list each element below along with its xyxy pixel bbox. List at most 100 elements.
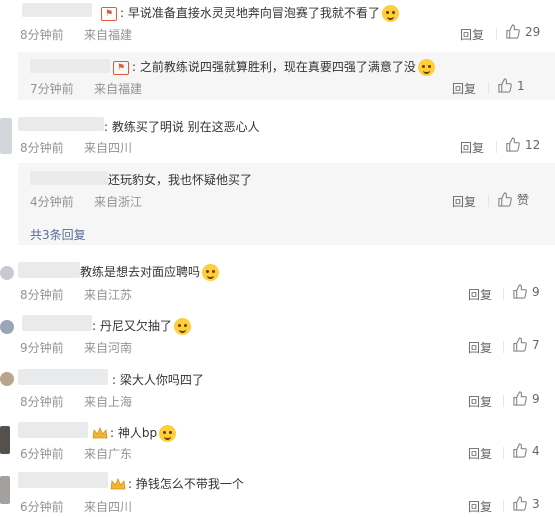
reply-time: 7分钟前: [30, 82, 74, 96]
username-blurred[interactable]: [30, 59, 110, 73]
reply-block: 还玩豹女，我也怀疑他买了 4分钟前 来自浙江 回复 赞 共3条回复: [18, 163, 555, 245]
emoji-icon: [173, 318, 191, 335]
reply-button[interactable]: 回复: [468, 498, 492, 515]
like-button[interactable]: 12: [505, 137, 540, 152]
divider: [488, 195, 489, 207]
username-blurred[interactable]: [22, 315, 92, 331]
like-count: 9: [532, 284, 540, 299]
username-blurred[interactable]: [18, 117, 104, 131]
reply-button[interactable]: 回复: [452, 193, 476, 210]
comment-location: 来自四川: [84, 500, 133, 514]
reply-button[interactable]: 回复: [460, 139, 484, 156]
comment-item: : 教练买了明说 别在这恶心人 8分钟前 来自四川 回复 12: [0, 114, 555, 160]
comment-item: : 神人bp 6分钟前 来自广东 回复 4: [0, 420, 555, 466]
comment-content: ⚑: 早说准备直接水灵灵地奔向冒泡赛了我就不看了: [98, 4, 399, 22]
thumbs-up-icon: [506, 24, 520, 39]
like-button[interactable]: 3: [512, 496, 540, 511]
reply-button[interactable]: 回复: [460, 26, 484, 43]
comment-time: 8分钟前: [20, 288, 64, 302]
divider: [488, 82, 489, 94]
comment-item: : 挣钱怎么不带我一个 6分钟前 来自四川 回复 3: [0, 470, 555, 517]
comment-location: 来自河南: [84, 341, 133, 355]
comment-location: 来自上海: [84, 395, 133, 409]
username-blurred[interactable]: [22, 3, 92, 17]
crown-icon: [92, 427, 108, 439]
like-count: 7: [532, 337, 540, 352]
comment-time: 8分钟前: [20, 28, 64, 42]
like-count: 1: [517, 78, 525, 93]
avatar[interactable]: [0, 372, 14, 386]
like-count: 3: [532, 496, 540, 511]
comment-content: : 梁大人你吗四了: [112, 373, 204, 387]
username-blurred[interactable]: [30, 171, 108, 185]
like-button[interactable]: 1: [497, 78, 525, 93]
like-count: 12: [525, 137, 541, 152]
comment-location: 来自广东: [84, 447, 133, 461]
comment-content: : 教练买了明说 别在这恶心人: [104, 120, 260, 134]
comment-item: ⚑: 早说准备直接水灵灵地奔向冒泡赛了我就不看了 8分钟前 来自福建 回复 29: [0, 0, 555, 48]
crown-icon: [110, 478, 126, 490]
emoji-icon: [159, 425, 177, 442]
reply-button[interactable]: 回复: [452, 80, 476, 97]
like-button[interactable]: 4: [512, 443, 540, 458]
comment-content: : 丹尼又欠抽了: [92, 317, 191, 335]
fan-badge-icon: ⚑: [101, 6, 117, 21]
divider: [496, 141, 497, 153]
avatar[interactable]: [0, 476, 10, 504]
avatar[interactable]: [0, 266, 14, 280]
more-replies-link[interactable]: 共3条回复: [30, 226, 86, 243]
thumbs-up-icon: [506, 137, 520, 152]
reply-button[interactable]: 回复: [468, 286, 492, 303]
reply-content: 还玩豹女，我也怀疑他买了: [108, 173, 253, 187]
username-blurred[interactable]: [18, 262, 80, 278]
like-button[interactable]: 7: [512, 337, 540, 352]
thumbs-up-icon: [498, 78, 512, 93]
like-count: 29: [525, 24, 541, 39]
username-blurred[interactable]: [18, 422, 88, 438]
fan-badge-icon: ⚑: [113, 60, 129, 75]
like-button[interactable]: 29: [505, 24, 540, 39]
comment-time: 6分钟前: [20, 447, 64, 461]
like-button[interactable]: 赞: [497, 191, 529, 208]
divider: [503, 447, 504, 459]
divider: [503, 395, 504, 407]
reply-location: 来自浙江: [94, 195, 143, 209]
username-blurred[interactable]: [18, 472, 108, 488]
divider: [503, 341, 504, 353]
thumbs-up-icon: [513, 443, 527, 458]
emoji-icon: [417, 59, 435, 76]
avatar[interactable]: [0, 320, 14, 334]
comment-content: 教练是想去对面应聘吗: [80, 263, 220, 281]
comment-time: 6分钟前: [20, 500, 64, 514]
like-button[interactable]: 9: [512, 391, 540, 406]
comment-item: : 梁大人你吗四了 8分钟前 来自上海 回复 9: [0, 366, 555, 414]
comment-location: 来自福建: [84, 28, 133, 42]
divider: [496, 28, 497, 40]
comment-content: : 挣钱怎么不带我一个: [110, 475, 244, 492]
comment-time: 8分钟前: [20, 141, 64, 155]
comment-location: 来自江苏: [84, 288, 133, 302]
reply-button[interactable]: 回复: [468, 339, 492, 356]
thumbs-up-icon: [513, 284, 527, 299]
avatar[interactable]: [0, 118, 12, 154]
reply-button[interactable]: 回复: [468, 445, 492, 462]
emoji-icon: [202, 264, 220, 281]
like-count: 9: [532, 391, 540, 406]
comment-item: : 丹尼又欠抽了 9分钟前 来自河南 回复 7: [0, 312, 555, 360]
like-button[interactable]: 9: [512, 284, 540, 299]
reply-content: ⚑: 之前教练说四强就算胜利，现在真要四强了满意了没: [110, 58, 435, 76]
reply-time: 4分钟前: [30, 195, 74, 209]
avatar[interactable]: [0, 426, 10, 454]
comment-location: 来自四川: [84, 141, 133, 155]
username-blurred[interactable]: [18, 369, 108, 385]
thumbs-up-icon: [513, 496, 527, 511]
comment-time: 9分钟前: [20, 341, 64, 355]
like-count: 4: [532, 443, 540, 458]
reply-button[interactable]: 回复: [468, 393, 492, 410]
divider: [503, 288, 504, 300]
emoji-icon: [381, 5, 399, 22]
reply-location: 来自福建: [94, 82, 143, 96]
comment-time: 8分钟前: [20, 395, 64, 409]
thumbs-up-icon: [498, 192, 512, 207]
thumbs-up-icon: [513, 337, 527, 352]
